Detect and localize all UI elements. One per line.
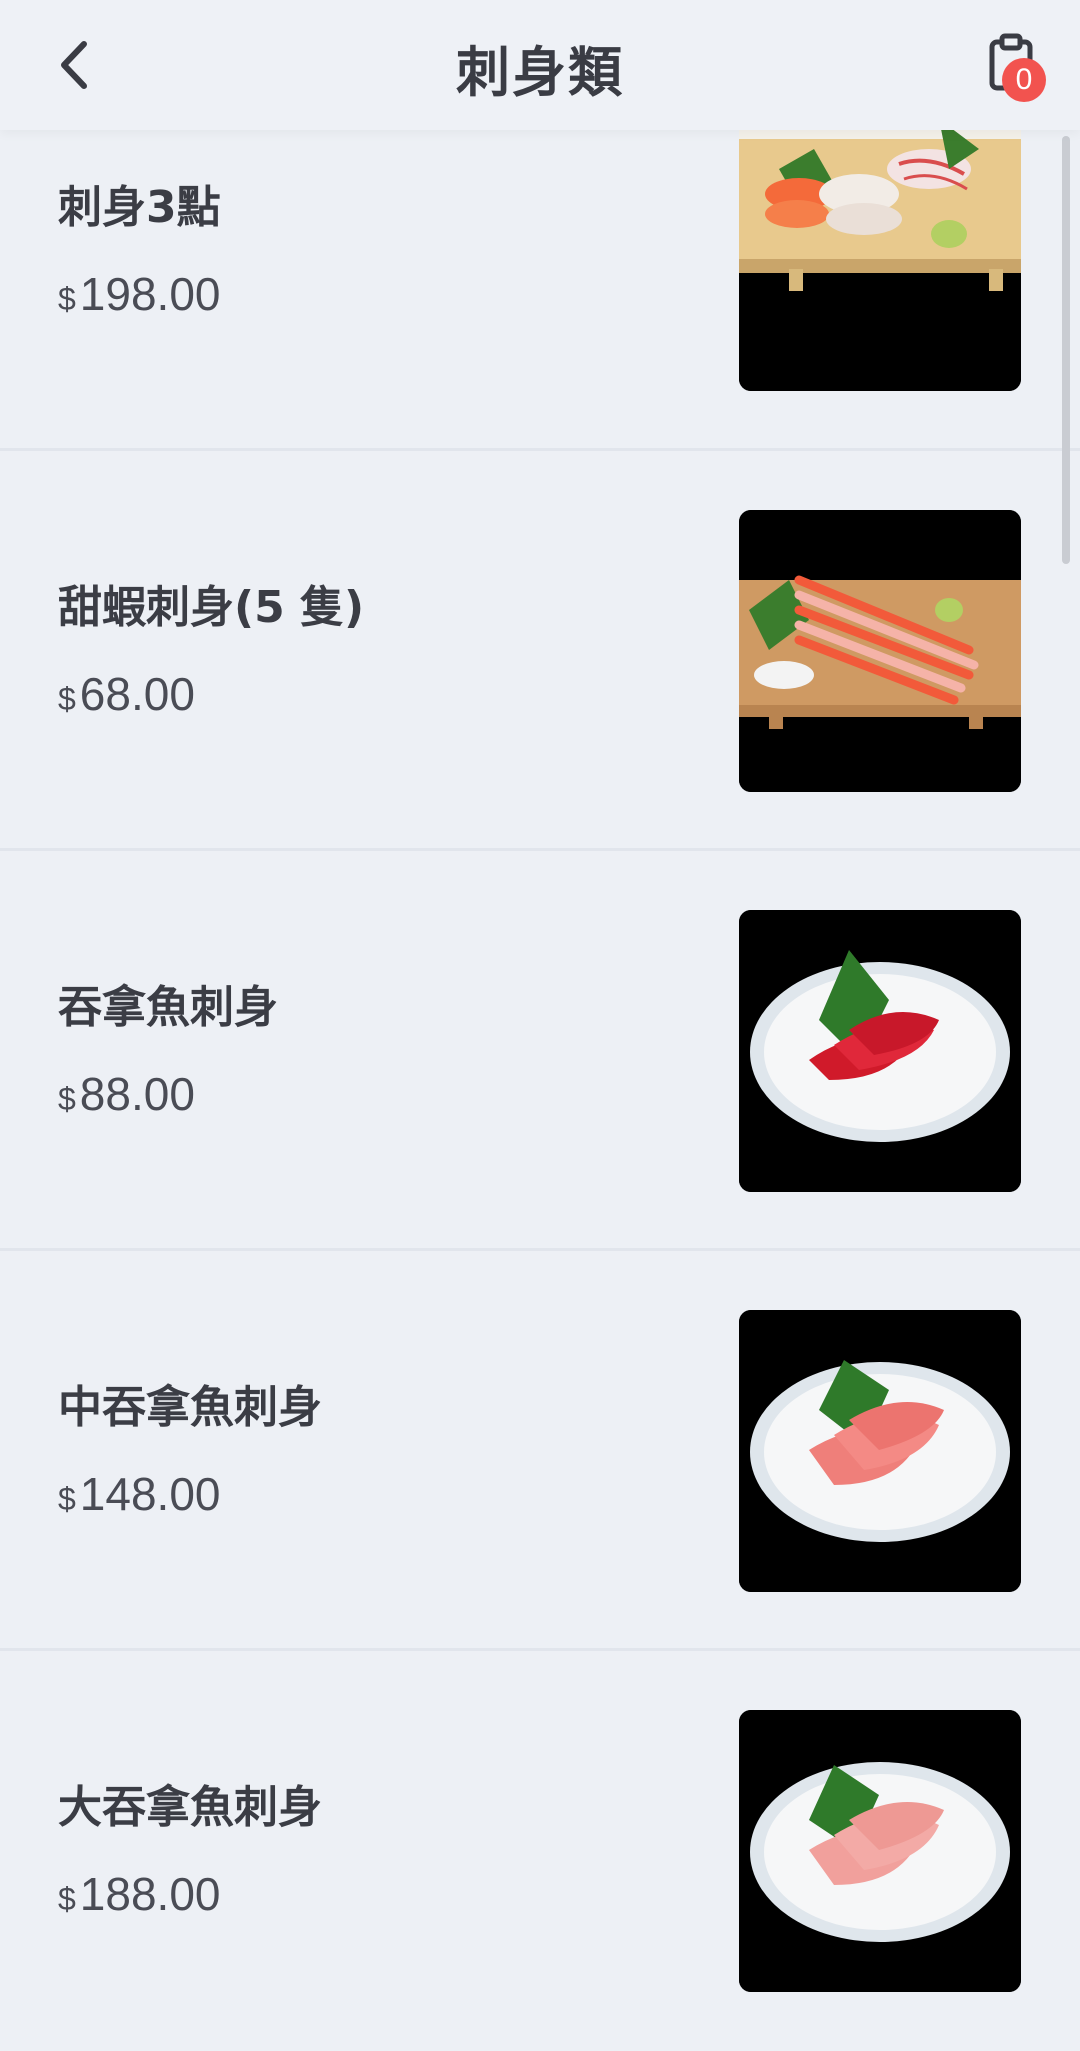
list-item[interactable]: 吞拿魚刺身 $88.00 bbox=[0, 851, 1080, 1251]
assorted-sashimi-image bbox=[739, 109, 1021, 391]
item-price: $88.00 bbox=[58, 1067, 195, 1121]
price-value: 88.00 bbox=[79, 1068, 195, 1120]
item-name: 中吞拿魚刺身 bbox=[58, 1382, 322, 1433]
item-image[interactable] bbox=[739, 1310, 1021, 1592]
item-price: $198.00 bbox=[58, 267, 221, 321]
tuna-sashimi-image bbox=[739, 910, 1021, 1192]
item-name: 甜蝦刺身(5 隻) bbox=[58, 582, 365, 633]
list-item[interactable]: 大吞拿魚刺身 $188.00 bbox=[0, 1651, 1080, 2051]
list-item[interactable]: 中吞拿魚刺身 $148.00 bbox=[0, 1251, 1080, 1651]
scrollbar[interactable] bbox=[1062, 136, 1070, 564]
item-name: 吞拿魚刺身 bbox=[58, 982, 278, 1033]
currency-symbol: $ bbox=[58, 681, 76, 717]
top-bar: 刺身類 0 bbox=[0, 0, 1080, 130]
price-value: 68.00 bbox=[79, 668, 195, 720]
currency-symbol: $ bbox=[58, 281, 76, 317]
item-name: 大吞拿魚刺身 bbox=[58, 1782, 322, 1833]
fatty-tuna-image bbox=[739, 1710, 1021, 1992]
item-image[interactable] bbox=[739, 910, 1021, 1192]
item-price: $148.00 bbox=[58, 1467, 221, 1521]
item-name: 刺身3點 bbox=[58, 182, 221, 233]
item-price: $188.00 bbox=[58, 1867, 221, 1921]
item-image[interactable] bbox=[739, 109, 1021, 391]
price-value: 148.00 bbox=[79, 1468, 221, 1520]
page-title: 刺身類 bbox=[456, 41, 624, 104]
item-price: $68.00 bbox=[58, 667, 195, 721]
list-item[interactable]: 甜蝦刺身(5 隻) $68.00 bbox=[0, 451, 1080, 851]
item-image[interactable] bbox=[739, 510, 1021, 792]
sweet-shrimp-image bbox=[739, 510, 1021, 792]
item-image[interactable] bbox=[739, 1710, 1021, 1992]
medium-fatty-tuna-image bbox=[739, 1310, 1021, 1592]
price-value: 198.00 bbox=[79, 268, 221, 320]
currency-symbol: $ bbox=[58, 1881, 76, 1917]
currency-symbol: $ bbox=[58, 1481, 76, 1517]
price-value: 188.00 bbox=[79, 1868, 221, 1920]
currency-symbol: $ bbox=[58, 1081, 76, 1117]
cart-count-badge: 0 bbox=[1002, 58, 1046, 102]
